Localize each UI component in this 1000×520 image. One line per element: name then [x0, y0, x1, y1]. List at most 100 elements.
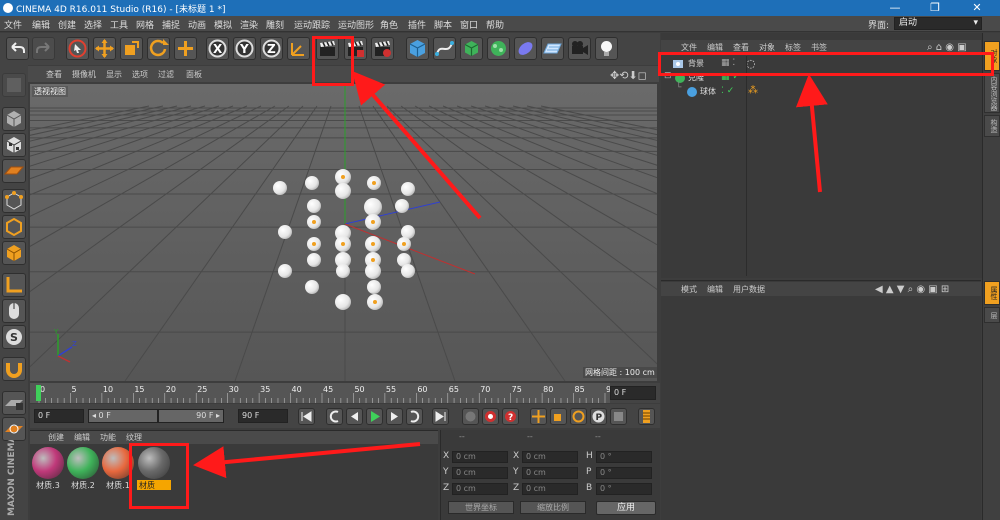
lock-workplane-button[interactable]	[2, 391, 26, 415]
cube-object-button[interactable]	[406, 37, 429, 60]
menu-character[interactable]: 角色	[380, 18, 398, 31]
viewport-menu-view[interactable]: 查看	[46, 69, 62, 80]
scale-tool-button[interactable]	[120, 37, 143, 60]
attribute-navigation-icons[interactable]: ◀ ▲ ▼ ⌕ ◉ ▣ ⊞	[875, 284, 949, 295]
next-key-button[interactable]	[406, 408, 423, 425]
live-select-button[interactable]	[66, 37, 89, 60]
workplane-mode-button[interactable]	[2, 159, 26, 183]
z-axis-lock-button[interactable]: Z	[260, 37, 283, 60]
rotation-b-field[interactable]: 0 °	[596, 483, 652, 495]
position-y-field[interactable]: 0 cm	[452, 467, 508, 479]
auto-key-button[interactable]	[482, 408, 499, 425]
keyframe-selection-button[interactable]: ?	[502, 408, 519, 425]
snap-button[interactable]: S	[2, 325, 26, 349]
current-frame-marker[interactable]	[36, 385, 41, 401]
move-tool-button[interactable]	[93, 37, 116, 60]
tab-attributes[interactable]: 属性	[984, 281, 1000, 305]
menu-animate[interactable]: 动画	[188, 18, 206, 31]
tab-content-browser[interactable]: 内容浏览器	[984, 73, 1000, 113]
polygons-mode-button[interactable]	[2, 241, 26, 265]
enabled-check-icon[interactable]: ⁚ ✓	[721, 86, 734, 96]
close-button[interactable]: ✕	[962, 0, 992, 16]
menu-plugins[interactable]: 插件	[408, 18, 426, 31]
range-start-slider[interactable]: ◂ 0 F	[88, 409, 158, 423]
menu-edit[interactable]: 编辑	[32, 18, 50, 31]
menu-mograph[interactable]: 运动图形	[338, 18, 374, 31]
viewport-navigation-icons[interactable]: ✥⟲⬇◻	[610, 69, 647, 82]
key-parameter-button[interactable]: P	[590, 408, 607, 425]
previous-frame-button[interactable]	[346, 408, 363, 425]
object-row-sphere[interactable]: └ 球体 ⁚ ✓ ⁂	[664, 83, 980, 99]
viewport-menu-display[interactable]: 显示	[106, 69, 122, 80]
menu-motion-tracking[interactable]: 运动跟踪	[294, 18, 330, 31]
size-z-field[interactable]: 0 cm	[522, 483, 578, 495]
perspective-viewport[interactable]: Y Z	[30, 84, 657, 381]
undo-button[interactable]	[6, 37, 29, 60]
light-button[interactable]	[595, 37, 618, 60]
go-to-end-button[interactable]	[432, 408, 449, 425]
menu-window[interactable]: 窗口	[460, 18, 478, 31]
material-menu-edit[interactable]: 编辑	[74, 432, 90, 443]
menu-render[interactable]: 渲染	[240, 18, 258, 31]
add-tool-button[interactable]	[174, 37, 197, 60]
key-scale-button[interactable]	[550, 408, 567, 425]
rotation-h-field[interactable]: 0 °	[596, 451, 652, 463]
workplane-rotate-button[interactable]	[2, 417, 26, 441]
tweak-mode-button[interactable]	[2, 299, 26, 323]
position-z-field[interactable]: 0 cm	[452, 483, 508, 495]
end-frame-field[interactable]: 90 F	[238, 409, 288, 423]
minimize-button[interactable]: —	[880, 0, 910, 16]
menu-sculpt[interactable]: 雕刻	[266, 18, 284, 31]
spline-pen-button[interactable]	[433, 37, 456, 60]
deformer-button[interactable]	[514, 37, 537, 60]
size-x-field[interactable]: 0 cm	[522, 451, 578, 463]
start-frame-field[interactable]: 0 F	[34, 409, 84, 423]
redo-button[interactable]	[32, 37, 55, 60]
edges-mode-button[interactable]	[2, 215, 26, 239]
play-button[interactable]	[366, 408, 383, 425]
tab-structure[interactable]: 构造	[984, 115, 1000, 137]
size-y-field[interactable]: 0 cm	[522, 467, 578, 479]
floor-button[interactable]	[541, 37, 564, 60]
cloner-button[interactable]	[487, 37, 510, 60]
viewport-menu-options[interactable]: 选项	[132, 69, 148, 80]
menu-create[interactable]: 创建	[58, 18, 76, 31]
viewport-menu-panel[interactable]: 面板	[186, 69, 202, 80]
viewport-menu-cameras[interactable]: 摄像机	[72, 69, 96, 80]
points-mode-button[interactable]	[2, 189, 26, 213]
maximize-button[interactable]: ❐	[920, 0, 950, 16]
previous-key-button[interactable]	[326, 408, 343, 425]
material-menu-texture[interactable]: 纹理	[126, 432, 142, 443]
key-position-button[interactable]	[530, 408, 547, 425]
timeline[interactable]: 051015202530354045505560657075808590	[30, 383, 660, 403]
next-frame-button[interactable]	[386, 408, 403, 425]
menu-simulate[interactable]: 模拟	[214, 18, 232, 31]
material-menu-function[interactable]: 功能	[100, 432, 116, 443]
x-axis-lock-button[interactable]: X	[206, 37, 229, 60]
menu-select[interactable]: 选择	[84, 18, 102, 31]
render-settings-button[interactable]	[371, 37, 394, 60]
position-x-field[interactable]: 0 cm	[452, 451, 508, 463]
coordinate-system-button[interactable]	[287, 37, 310, 60]
material-swatch[interactable]: 材质.2	[66, 446, 100, 490]
camera-button[interactable]	[568, 37, 591, 60]
menu-tools[interactable]: 工具	[110, 18, 128, 31]
menu-script[interactable]: 脚本	[434, 18, 452, 31]
current-frame-field[interactable]: 0 F	[610, 386, 656, 400]
subdivision-surface-button[interactable]	[460, 37, 483, 60]
key-pla-button[interactable]	[610, 408, 627, 425]
magnet-button[interactable]	[2, 357, 26, 381]
rotation-p-field[interactable]: 0 °	[596, 467, 652, 479]
go-to-start-button[interactable]	[298, 408, 315, 425]
menu-help[interactable]: 帮助	[486, 18, 504, 31]
record-keys-button[interactable]	[462, 408, 479, 425]
material-menu-create[interactable]: 创建	[48, 432, 64, 443]
coordinate-mode-select[interactable]: 世界坐标	[448, 501, 514, 514]
make-editable-button[interactable]	[2, 73, 26, 97]
texture-mode-button[interactable]	[2, 133, 26, 157]
apply-button[interactable]: 应用	[596, 501, 656, 515]
menu-file[interactable]: 文件	[4, 18, 22, 31]
attribute-menu-mode[interactable]: 模式	[681, 284, 697, 295]
size-mode-select[interactable]: 缩放比例	[520, 501, 586, 514]
menu-snap[interactable]: 捕捉	[162, 18, 180, 31]
